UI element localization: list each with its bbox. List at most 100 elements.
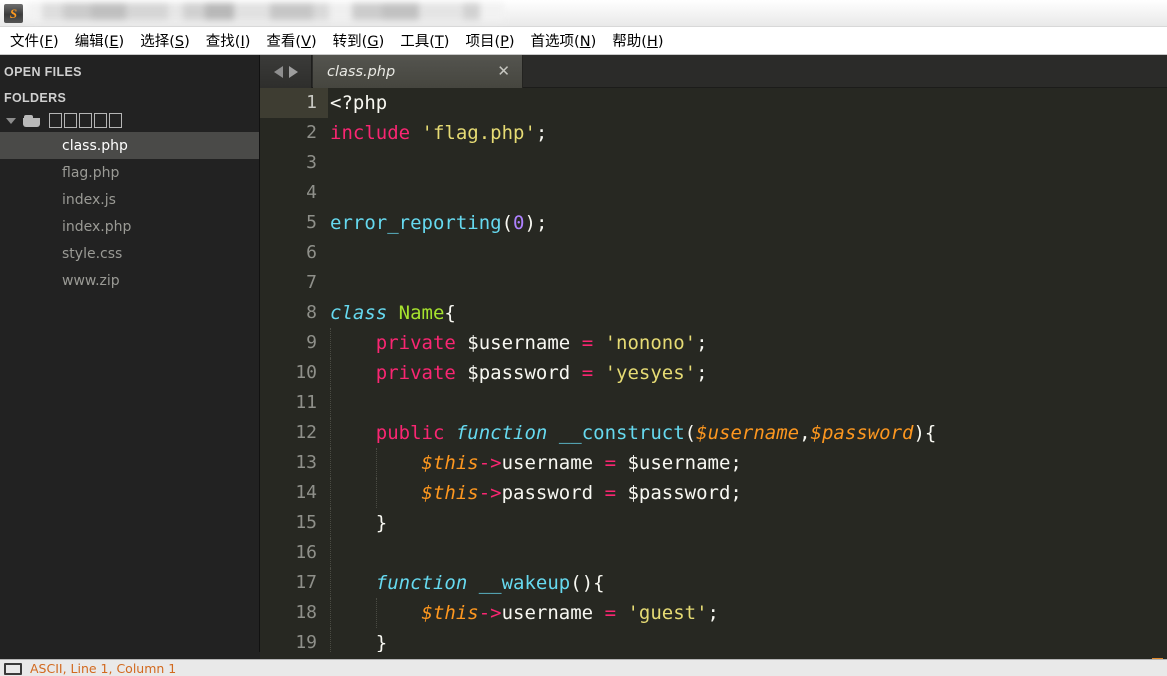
line-number: 12 — [295, 422, 317, 443]
line-number: 14 — [295, 482, 317, 503]
line-number: 15 — [295, 512, 317, 533]
code-lines: 1 <?php 2 include 'flag.php'; 3 4 5 error_repor… — [260, 88, 1167, 658]
code-line[interactable]: 10 private $password = 'yesyes'; — [260, 358, 1167, 388]
menubar: 文件(F) 编辑(E) 选择(S) 查找(I) 查看(V) 转到(G) 工具(T… — [0, 27, 1167, 55]
menu-selection[interactable]: 选择(S) — [132, 26, 198, 56]
sidebar-file-flag-php[interactable]: flag.php — [0, 159, 259, 186]
code-text: function __wakeup(){ — [375, 572, 605, 594]
menu-view[interactable]: 查看(V) — [258, 26, 324, 56]
sidebar-file-label: style.css — [62, 245, 123, 262]
code-text: $this->password = $password; — [421, 482, 742, 504]
line-number: 17 — [295, 572, 317, 593]
sidebar-file-label: flag.php — [62, 164, 120, 181]
menu-tools[interactable]: 工具(T) — [392, 26, 457, 56]
line-number: 1 — [260, 88, 328, 118]
sidebar: OPEN FILES FOLDERS class.php flag.php inde… — [0, 55, 260, 659]
menu-file[interactable]: 文件(F) — [2, 26, 67, 56]
code-line[interactable]: 18 $this->username = 'guest'; — [260, 598, 1167, 628]
sidebar-folder-row[interactable] — [0, 110, 259, 132]
nav-back-icon[interactable] — [273, 65, 283, 78]
tab-nav-arrows — [260, 55, 312, 88]
line-number: 13 — [295, 452, 317, 473]
line-number: 8 — [306, 302, 317, 323]
missing-glyph-box — [49, 112, 62, 128]
code-line[interactable]: 11 — [260, 388, 1167, 418]
sidebar-file-index-js[interactable]: index.js — [0, 186, 259, 213]
line-number: 5 — [306, 212, 317, 233]
code-line[interactable]: 13 $this->username = $username; — [260, 448, 1167, 478]
sidebar-file-style-css[interactable]: style.css — [0, 240, 259, 267]
code-line[interactable]: 17 function __wakeup(){ — [260, 568, 1167, 598]
code-text: include 'flag.php'; — [330, 122, 548, 144]
sidebar-file-class-php[interactable]: class.php — [0, 132, 259, 159]
code-line[interactable]: 3 — [260, 148, 1167, 178]
code-line[interactable]: 14 $this->password = $password; — [260, 478, 1167, 508]
code-text: public function __construct($username,$p… — [375, 422, 937, 444]
sidebar-section-open-files: OPEN FILES — [4, 65, 82, 79]
menu-project[interactable]: 项目(P) — [457, 26, 522, 56]
line-number: 2 — [306, 122, 317, 143]
code-text: } — [375, 512, 388, 534]
line-number: 9 — [306, 332, 317, 353]
sublime-text-app-icon: S — [4, 4, 23, 23]
missing-glyph-box — [109, 112, 122, 128]
missing-glyph-box — [79, 112, 92, 128]
encoding-icon — [4, 663, 22, 675]
code-line[interactable]: 15 } — [260, 508, 1167, 538]
code-line[interactable]: 6 — [260, 238, 1167, 268]
code-line[interactable]: 7 — [260, 268, 1167, 298]
nav-forward-icon[interactable] — [288, 65, 298, 78]
chevron-down-icon[interactable] — [6, 118, 16, 124]
line-number: 10 — [295, 362, 317, 383]
code-editor[interactable]: 1 <?php 2 include 'flag.php'; 3 4 5 error_repor… — [260, 88, 1167, 659]
folder-icon — [23, 115, 40, 127]
status-line-column: ASCII, Line 1, Column 1 — [30, 661, 177, 676]
line-number: 7 — [306, 272, 317, 293]
window-title-redacted — [28, 3, 504, 23]
line-number: 18 — [295, 602, 317, 623]
code-line[interactable]: 2 include 'flag.php'; — [260, 118, 1167, 148]
code-line[interactable]: 5 error_reporting(0); — [260, 208, 1167, 238]
sidebar-bottom-strip — [0, 652, 260, 659]
sidebar-file-label: class.php — [62, 137, 128, 154]
code-line[interactable]: 16 — [260, 538, 1167, 568]
code-line[interactable]: 4 — [260, 178, 1167, 208]
code-line[interactable]: 8 class Name{ — [260, 298, 1167, 328]
missing-glyph-box — [64, 112, 77, 128]
line-number: 11 — [295, 392, 317, 413]
editor-bottom-strip — [0, 652, 1167, 659]
code-line[interactable]: 12 public function __construct($username… — [260, 418, 1167, 448]
code-text: private $username = 'nonono'; — [375, 332, 708, 354]
menu-goto[interactable]: 转到(G) — [325, 26, 393, 56]
window-titlebar: S — [0, 0, 1167, 27]
code-text: error_reporting(0); — [330, 212, 548, 234]
indent-guide — [330, 538, 331, 568]
line-number: 3 — [306, 152, 317, 173]
statusbar: ASCII, Line 1, Column 1 — [0, 659, 1167, 676]
menu-edit[interactable]: 编辑(E) — [67, 26, 133, 56]
sidebar-file-index-php[interactable]: index.php — [0, 213, 259, 240]
code-text: class Name{ — [330, 302, 456, 324]
sidebar-file-www-zip[interactable]: www.zip — [0, 267, 259, 294]
tab-class-php[interactable]: class.php ✕ — [313, 55, 523, 88]
sidebar-file-list: class.php flag.php index.js index.php style.… — [0, 132, 259, 294]
menu-help[interactable]: 帮助(H) — [604, 26, 671, 56]
line-number: 16 — [295, 542, 317, 563]
menu-find[interactable]: 查找(I) — [198, 26, 259, 56]
sidebar-file-label: index.php — [62, 218, 132, 235]
tab-label: class.php — [327, 63, 396, 80]
sidebar-file-label: www.zip — [62, 272, 120, 289]
code-line[interactable]: 9 private $username = 'nonono'; — [260, 328, 1167, 358]
line-number: 6 — [306, 242, 317, 263]
sidebar-section-folders: FOLDERS — [4, 91, 67, 105]
code-line[interactable]: 1 <?php — [260, 88, 1167, 118]
line-number: 4 — [306, 182, 317, 203]
tabbar: class.php ✕ — [260, 55, 1167, 88]
code-text: <?php — [330, 92, 388, 114]
menu-preferences[interactable]: 首选项(N) — [523, 26, 605, 56]
close-icon[interactable]: ✕ — [497, 63, 510, 79]
indent-guide — [330, 388, 331, 418]
code-text: private $password = 'yesyes'; — [375, 362, 708, 384]
sidebar-file-label: index.js — [62, 191, 116, 208]
missing-glyph-box — [94, 112, 107, 128]
